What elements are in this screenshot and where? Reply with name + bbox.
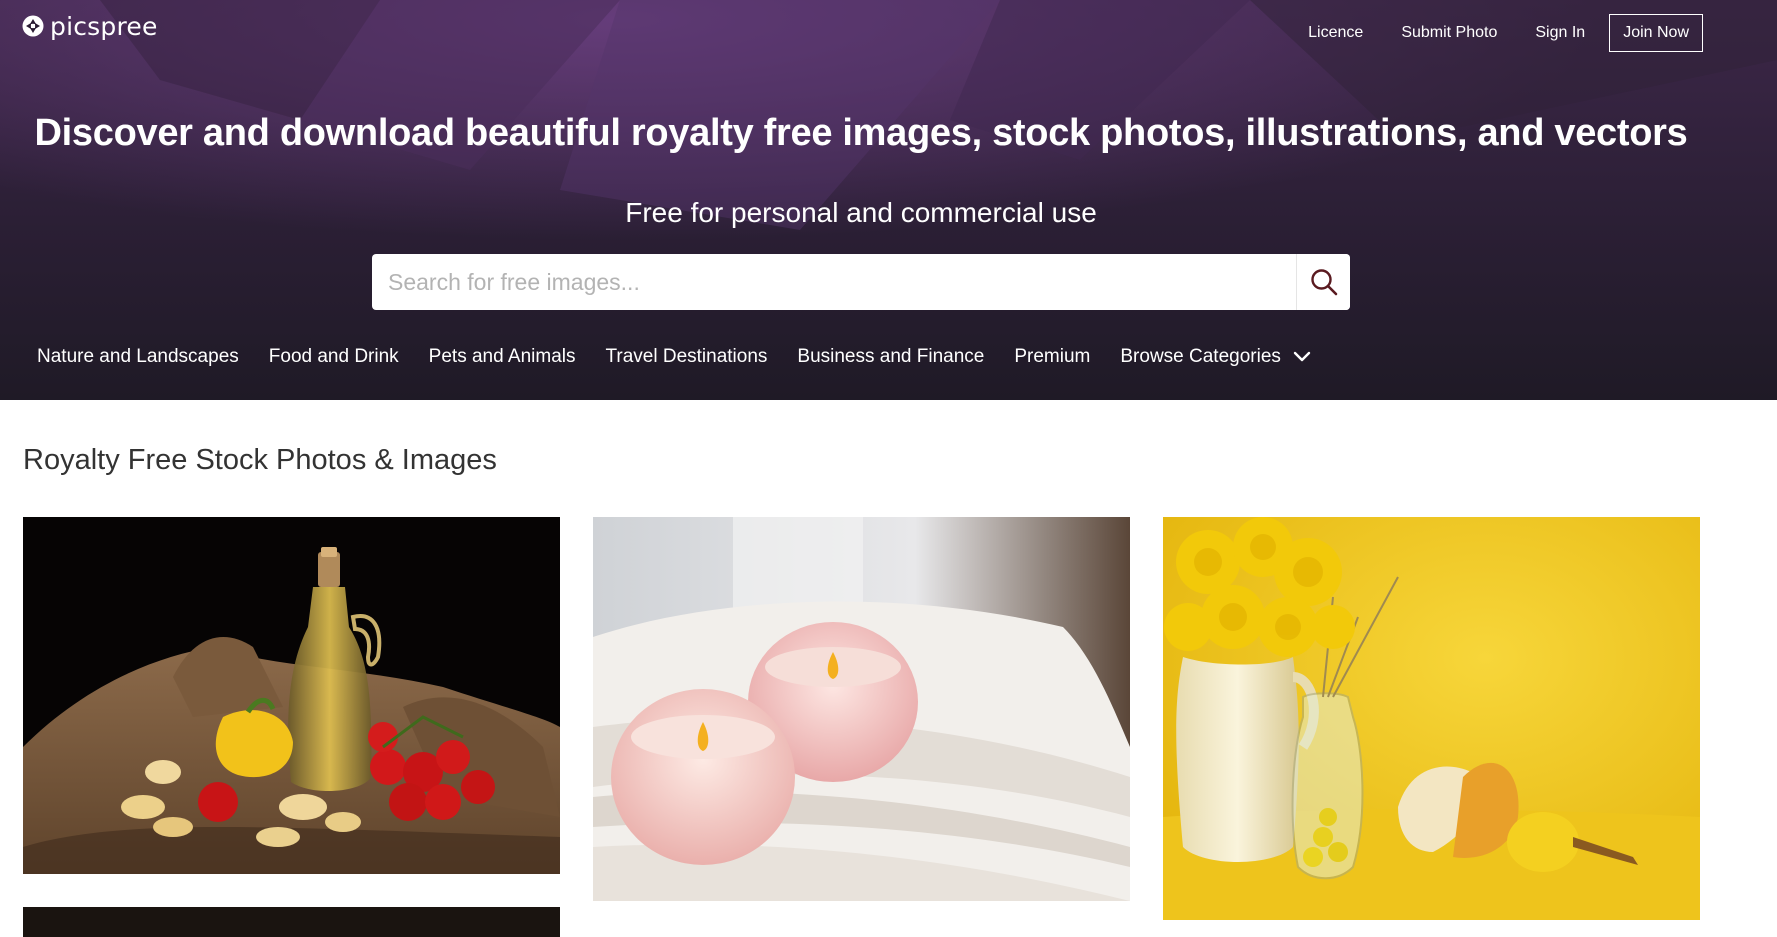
submit-photo-link[interactable]: Submit Photo xyxy=(1401,21,1497,45)
chevron-down-icon xyxy=(1293,351,1311,362)
search-icon xyxy=(1310,269,1337,296)
licence-link[interactable]: Licence xyxy=(1308,21,1363,45)
aperture-icon xyxy=(22,15,44,37)
sign-in-link[interactable]: Sign In xyxy=(1535,21,1585,45)
browse-categories-label: Browse Categories xyxy=(1120,346,1281,367)
join-now-button[interactable]: Join Now xyxy=(1609,14,1703,52)
category-navigation: Nature and Landscapes Food and Drink Pet… xyxy=(37,342,1311,372)
search-button[interactable] xyxy=(1296,254,1350,310)
category-link-premium[interactable]: Premium xyxy=(1014,346,1090,368)
photo-illustration xyxy=(1163,517,1700,920)
category-link-pets[interactable]: Pets and Animals xyxy=(429,346,576,368)
site-logo[interactable]: picspree xyxy=(22,10,158,42)
search-input[interactable] xyxy=(372,254,1296,310)
category-link-travel[interactable]: Travel Destinations xyxy=(605,346,767,368)
dark-photo[interactable] xyxy=(23,907,560,937)
top-navigation: Licence Submit Photo Sign In Join Now xyxy=(1270,14,1703,52)
candles-on-towels-photo[interactable] xyxy=(593,517,1130,901)
hero-headline: Discover and download beautiful royalty … xyxy=(34,112,1688,154)
photo-illustration xyxy=(23,517,560,874)
category-link-nature[interactable]: Nature and Landscapes xyxy=(37,346,239,368)
yellow-flowers-still-life-photo[interactable] xyxy=(1163,517,1700,920)
category-link-business[interactable]: Business and Finance xyxy=(797,346,984,368)
category-link-food[interactable]: Food and Drink xyxy=(269,346,399,368)
browse-categories-dropdown[interactable]: Browse Categories xyxy=(1120,346,1311,368)
olive-oil-vegetables-photo[interactable] xyxy=(23,517,560,874)
section-title: Royalty Free Stock Photos & Images xyxy=(23,444,497,476)
top-bar: picspree Licence Submit Photo Sign In Jo… xyxy=(0,0,1777,60)
search-bar xyxy=(372,254,1350,310)
photo-illustration xyxy=(593,517,1130,901)
hero-banner: picspree Licence Submit Photo Sign In Jo… xyxy=(0,0,1777,400)
hero-subheadline: Free for personal and commercial use xyxy=(625,197,1097,228)
logo-text: picspree xyxy=(50,11,158,41)
